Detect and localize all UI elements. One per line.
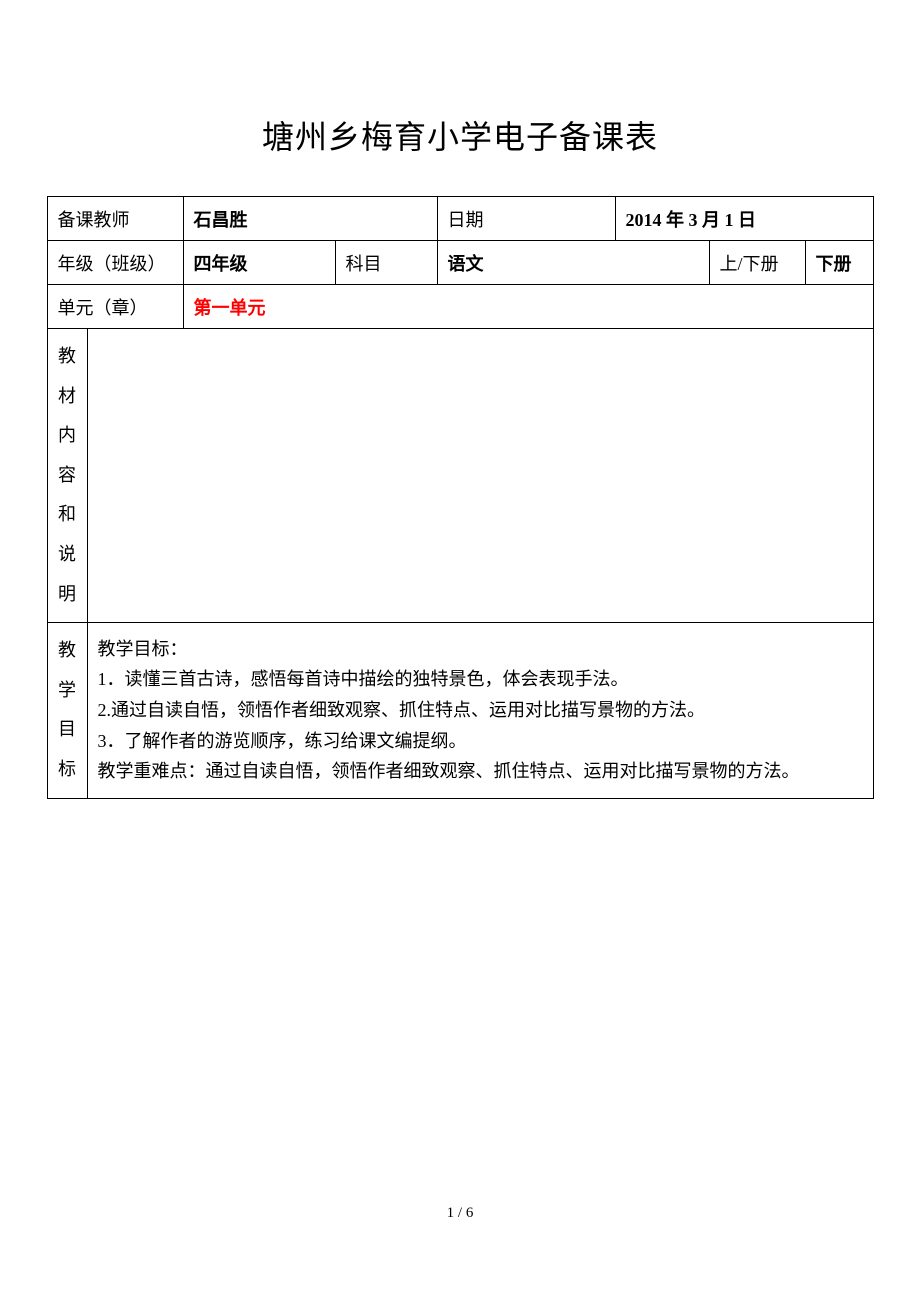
row-teacher-date: 备课教师 石昌胜 日期 2014 年 3 月 1 日 [47,197,873,241]
date-label: 日期 [437,197,615,241]
lesson-prep-form: 备课教师 石昌胜 日期 2014 年 3 月 1 日 年级（班级） 四年级 科目… [47,196,874,799]
grade-value: 四年级 [183,241,335,285]
row-teaching-objectives: 教 学 目 标 教学目标： 1．读懂三首古诗，感悟每首诗中描绘的独特景色，体会表… [47,623,873,798]
row-material-content: 教 材 内 容 和 说 明 [47,329,873,623]
page-title: 塘州乡梅育小学电子备课表 [0,0,920,196]
teaching-objectives-label: 教 学 目 标 [47,623,87,798]
grade-label: 年级（班级） [47,241,183,285]
unit-value: 第一单元 [183,285,873,329]
teacher-label: 备课教师 [47,197,183,241]
subject-value: 语文 [437,241,709,285]
objective-line-3: 3．了解作者的游览顺序，练习给课文编提纲。 [98,726,863,757]
material-content-label: 教 材 内 容 和 说 明 [47,329,87,623]
semester-label: 上/下册 [709,241,805,285]
objective-line-4: 教学重难点：通过自读自悟，领悟作者细致观察、抓住特点、运用对比描写景物的方法。 [98,756,863,787]
teacher-value: 石昌胜 [183,197,437,241]
subject-label: 科目 [335,241,437,285]
material-content-area [87,329,873,623]
date-value: 2014 年 3 月 1 日 [615,197,873,241]
teaching-objectives-content: 教学目标： 1．读懂三首古诗，感悟每首诗中描绘的独特景色，体会表现手法。 2.通… [87,623,873,798]
page-number: 1 / 6 [0,1205,920,1222]
row-unit: 单元（章） 第一单元 [47,285,873,329]
objective-line-1: 1．读懂三首古诗，感悟每首诗中描绘的独特景色，体会表现手法。 [98,664,863,695]
objective-line-2: 2.通过自读自悟，领悟作者细致观察、抓住特点、运用对比描写景物的方法。 [98,695,863,726]
semester-value: 下册 [805,241,873,285]
row-grade-subject: 年级（班级） 四年级 科目 语文 上/下册 下册 [47,241,873,285]
unit-label: 单元（章） [47,285,183,329]
objectives-heading: 教学目标： [98,634,863,665]
